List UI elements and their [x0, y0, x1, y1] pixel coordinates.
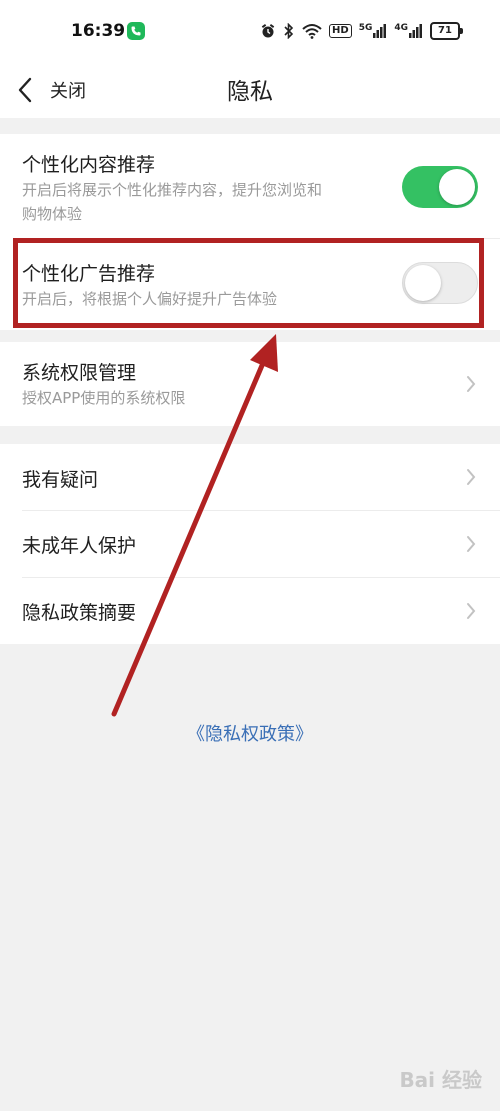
nav-bar: 关闭 隐私: [0, 62, 500, 118]
chevron-right-icon: [467, 469, 476, 485]
system-permissions-card[interactable]: 系统权限管理 授权APP使用的系统权限: [0, 342, 500, 426]
list-item-label: 隐私政策摘要: [22, 602, 137, 624]
personalized-content-title: 个性化内容推荐: [22, 154, 156, 176]
status-time: 16:39: [71, 21, 126, 41]
chevron-right-icon: [467, 536, 476, 552]
status-bar: 16:39 HD 5G 4G 71: [0, 0, 500, 62]
system-permissions-title: 系统权限管理: [22, 362, 137, 384]
list-item-privacy-summary[interactable]: 隐私政策摘要: [0, 578, 500, 644]
list-item-minor-protection[interactable]: 未成年人保护: [0, 511, 500, 577]
signal-5g-icon: 5G: [359, 24, 388, 38]
alarm-icon: [261, 24, 275, 38]
watermark: Bai 经验: [399, 1068, 482, 1092]
signal-4g-icon: 4G: [394, 24, 423, 38]
list-item-label: 未成年人保护: [22, 535, 137, 557]
personalized-content-subtitle: 开启后将展示个性化推荐内容，提升您浏览和 购物体验: [22, 181, 323, 223]
call-icon: [127, 22, 145, 40]
personalized-content-row: 个性化内容推荐 开启后将展示个性化推荐内容，提升您浏览和 购物体验: [0, 134, 500, 238]
annotation-highlight-box: [13, 238, 484, 328]
toggle-knob: [439, 169, 475, 205]
chevron-right-icon: [467, 376, 476, 392]
bluetooth-icon: [284, 23, 294, 39]
battery-indicator: 71: [430, 22, 463, 40]
page-title: 隐私: [227, 79, 273, 105]
list-item-label: 我有疑问: [22, 469, 99, 491]
chevron-right-icon: [467, 603, 476, 619]
hd-icon: HD: [329, 24, 352, 38]
system-permissions-subtitle: 授权APP使用的系统权限: [22, 389, 186, 407]
privacy-policy-link[interactable]: 《隐私权政策》: [0, 720, 500, 746]
personalized-content-toggle[interactable]: [402, 166, 478, 208]
list-item-faq[interactable]: 我有疑问: [0, 444, 500, 510]
help-card: 我有疑问 未成年人保护 隐私政策摘要: [0, 444, 500, 644]
wifi-icon: [302, 24, 322, 39]
